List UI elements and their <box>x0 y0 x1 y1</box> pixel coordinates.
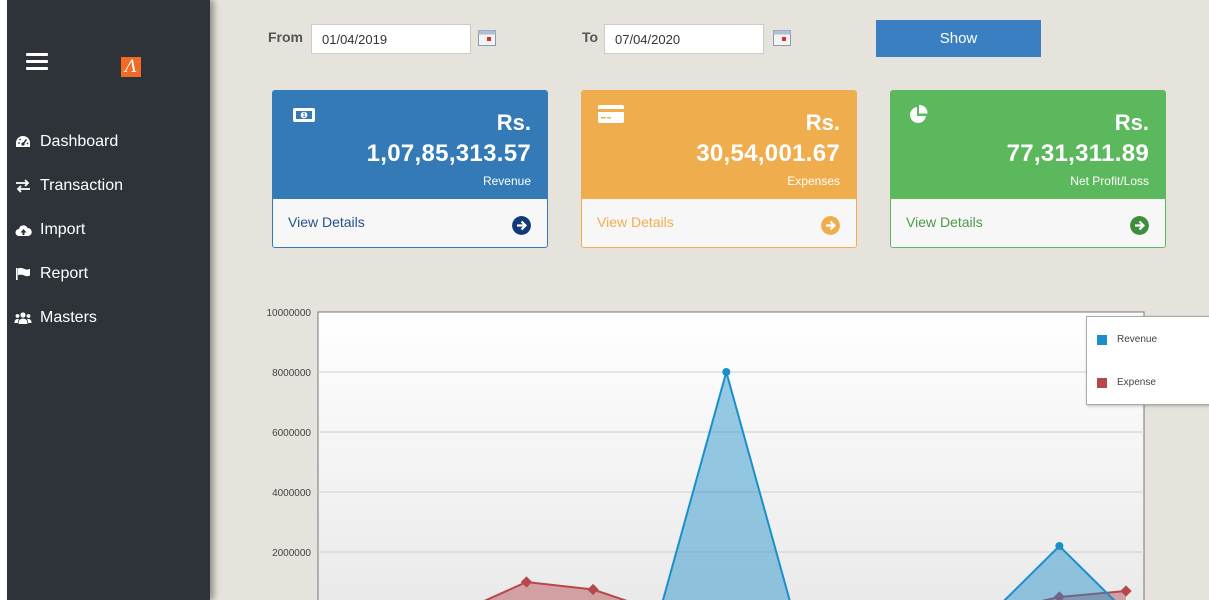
y-tick-label: 8000000 <box>272 368 311 379</box>
legend-label: Expense <box>1117 377 1156 388</box>
legend-label: Revenue <box>1117 334 1158 345</box>
y-tick-label: 2000000 <box>272 548 311 559</box>
revenue-expense-chart: 10000000 8000000 6000000 4000000 2000000 <box>267 308 1145 600</box>
legend-item-revenue[interactable]: Revenue <box>1097 334 1157 345</box>
data-point-revenue[interactable] <box>722 368 731 376</box>
legend-swatch <box>1097 377 1107 388</box>
legend-item-expense[interactable]: Expense <box>1097 377 1156 388</box>
y-tick-label: 4000000 <box>272 488 311 499</box>
legend-swatch <box>1097 334 1107 345</box>
data-point-revenue[interactable] <box>1055 542 1064 550</box>
y-tick-label: 6000000 <box>272 428 311 439</box>
y-tick-label: 10000000 <box>267 308 312 319</box>
chart-legend: Revenue Expense <box>1086 316 1209 405</box>
